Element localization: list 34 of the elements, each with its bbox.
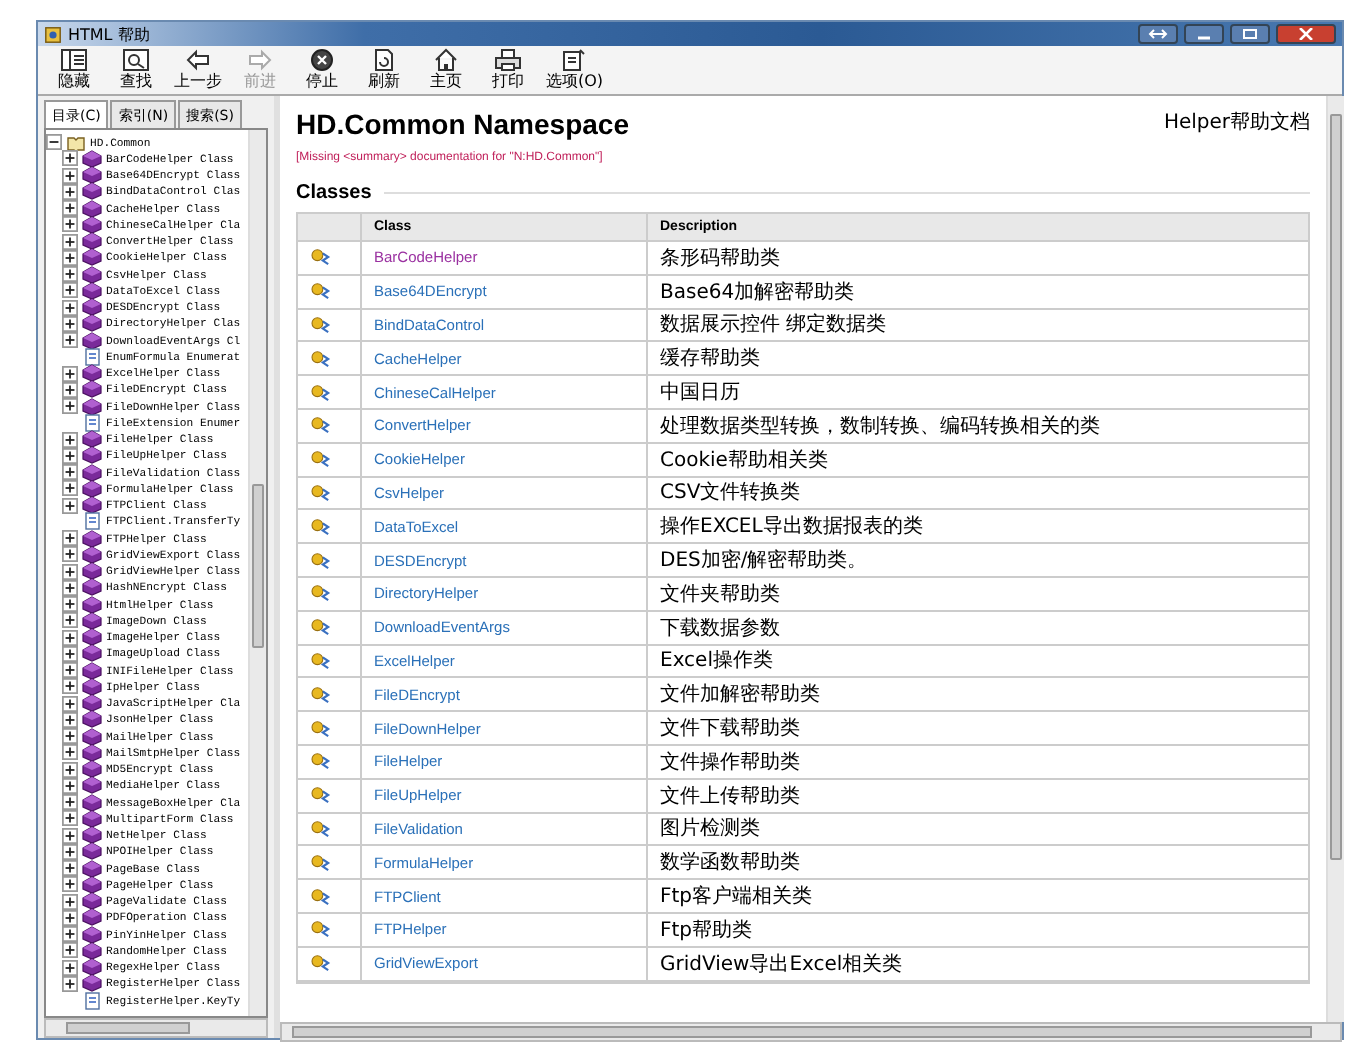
table-cell-text: 数据展示控件 绑定数据类 — [660, 311, 887, 339]
table-cell-text: Ftp客户端相关类 — [660, 883, 813, 911]
table-cell-text: 文件操作帮助类 — [660, 749, 800, 776]
toolbar-button[interactable]: 刷新 — [356, 48, 412, 92]
table-cell-text: Cookie帮助相关类 — [660, 447, 828, 474]
toolbar-button[interactable]: 上一步 — [170, 48, 226, 92]
table-cell-text: 图片检测类 — [660, 815, 760, 843]
table-cell-text: 数学函数帮助类 — [660, 849, 800, 877]
table-cell-text: 中国日历 — [660, 379, 740, 407]
table-cell-text: 文件加解密帮助类 — [660, 681, 820, 709]
toolbar-button[interactable]: 停止 — [294, 48, 350, 92]
table-cell-text: 处理数据类型转换，数制转换、编码转换相关的类 — [660, 413, 1100, 440]
toolbar-button[interactable]: 主页 — [418, 48, 474, 92]
table-cell-text: Ftp帮助类 — [660, 917, 753, 944]
table-cell-text: 操作EXCEL导出数据报表的类 — [660, 513, 923, 541]
table-cell-text: 文件下载帮助类 — [660, 715, 800, 743]
table-cell-text: CSV文件转换类 — [660, 479, 801, 507]
table-cell-text: 缓存帮助类 — [660, 345, 760, 373]
table-cell-text: 文件夹帮助类 — [660, 581, 780, 608]
table-cell-text: 文件上传帮助类 — [660, 783, 800, 810]
page-title: HD.Common Namespace — [296, 108, 629, 140]
table-cell-text: 条形码帮助类 — [660, 245, 780, 272]
toolbar-button[interactable]: 打印 — [480, 48, 536, 92]
table-cell-text: DES加密/解密帮助类。 — [660, 547, 868, 575]
window-title: HTML 帮助 — [68, 23, 150, 45]
toolbar-button[interactable]: 选项(O) — [542, 48, 608, 92]
header-label: Helper帮助文档 — [1163, 109, 1310, 136]
table-cell-text: Base64加解密帮助类 — [660, 279, 855, 306]
table-cell-text: Excel操作类 — [660, 647, 773, 675]
section-title: Classes — [296, 182, 372, 204]
toolbar-button[interactable]: 隐藏 — [46, 48, 102, 92]
table-cell-text: GridView导出Excel相关类 — [660, 951, 903, 978]
table-cell-text: 下载数据参数 — [660, 615, 780, 642]
toolbar-button[interactable]: 查找 — [108, 48, 164, 92]
